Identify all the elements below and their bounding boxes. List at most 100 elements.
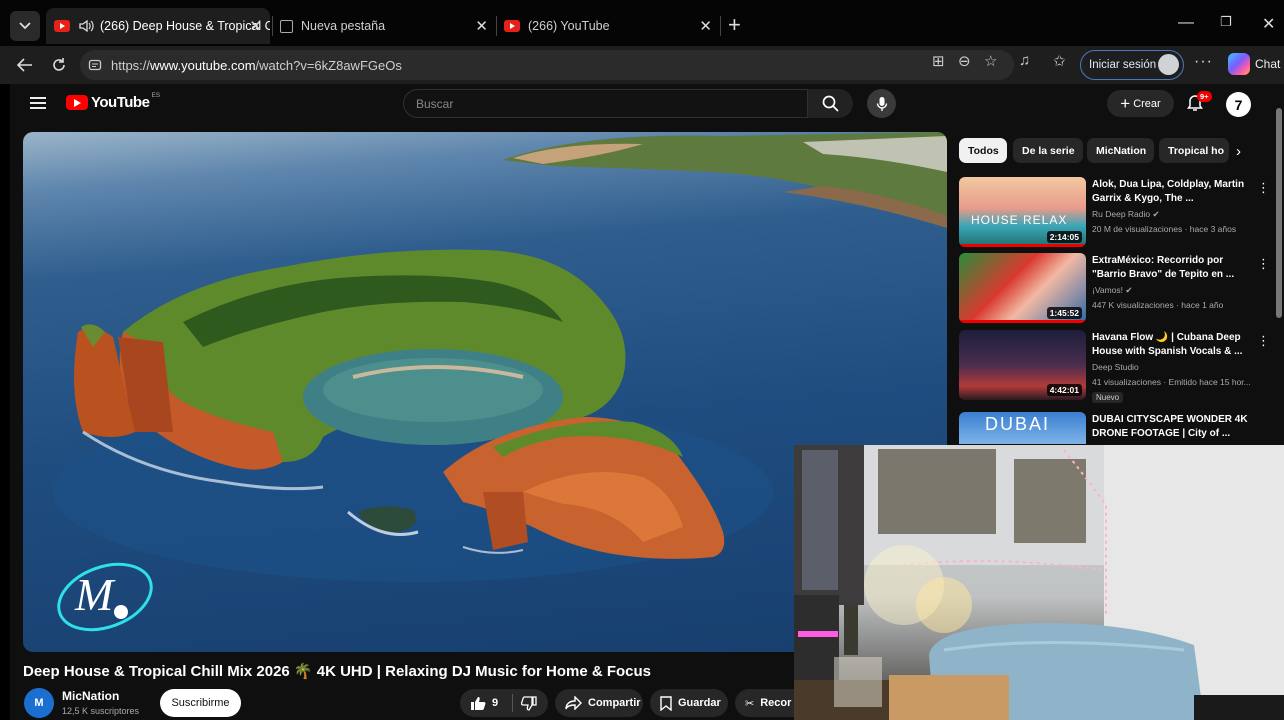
sign-in-label: Iniciar sesión <box>1089 59 1157 71</box>
more-actions-icon[interactable]: ⋮ <box>1257 333 1270 349</box>
search-button[interactable] <box>808 89 853 118</box>
share-label: Compartir <box>588 697 641 709</box>
profile-avatar-icon <box>1158 54 1179 75</box>
speaker-icon[interactable] <box>78 19 94 33</box>
browser-tab-strip: (266) Deep House & Tropical C ✕ Nueva pe… <box>0 0 1284 46</box>
share-button[interactable]: Compartir <box>555 689 643 717</box>
tab-title: (266) Deep House & Tropical C <box>100 19 270 33</box>
watch-progress-bar <box>959 244 1086 247</box>
notifications-button[interactable]: 9+ <box>1186 91 1212 117</box>
apps-icon[interactable]: ⊞ <box>932 52 945 70</box>
subscriber-count: 12,5 K suscriptores <box>62 706 140 716</box>
tab-youtube-home[interactable]: (266) YouTube ✕ <box>498 8 720 44</box>
tab-new-tab[interactable]: Nueva pestaña ✕ <box>274 8 496 44</box>
recommendation-title: ExtraMéxico: Recorrido por "Barrio Bravo… <box>1092 255 1235 280</box>
chevron-down-icon <box>19 22 31 30</box>
close-tab-icon[interactable]: ✕ <box>249 17 262 35</box>
more-options-icon[interactable]: ··· <box>1194 53 1213 71</box>
tab-divider <box>272 16 273 36</box>
url-path: /watch?v=6kZ8awFGeOs <box>255 57 402 73</box>
recommendation-meta: 447 K visualizaciones · hace 1 año <box>1092 300 1224 310</box>
like-dislike-group: 9 <box>460 689 548 717</box>
recommendation-channel: Deep Studio <box>1092 362 1139 372</box>
video-thumbnail[interactable]: 1:45:52 <box>959 253 1086 323</box>
recommendation-title: Havana Flow 🌙 | Cubana Deep House with S… <box>1092 332 1243 357</box>
like-button[interactable] <box>470 696 486 711</box>
account-avatar[interactable]: 7 <box>1226 92 1251 117</box>
save-button[interactable]: Guardar <box>650 689 728 717</box>
recommendation-meta: 20 M de visualizaciones · hace 3 años <box>1092 224 1237 234</box>
voice-search-button[interactable] <box>867 89 896 118</box>
recommendation-title: DUBAI CITYSCAPE WONDER 4K DRONE FOOTAGE … <box>1092 414 1248 439</box>
youtube-favicon-icon <box>54 20 70 32</box>
recommendation-item[interactable]: 4:42:01 Havana Flow 🌙 | Cubana Deep Hous… <box>959 330 1279 403</box>
close-tab-icon[interactable]: ✕ <box>699 17 712 35</box>
channel-avatar[interactable]: M <box>24 688 54 718</box>
scissors-icon: ✂ <box>745 697 755 710</box>
close-tab-icon[interactable]: ✕ <box>475 17 488 35</box>
reload-icon[interactable] <box>48 54 70 76</box>
address-bar[interactable]: https://www.youtube.com/watch?v=6kZ8awFG… <box>80 50 1014 80</box>
plus-icon: + <box>1120 94 1131 113</box>
tab-divider <box>496 16 497 36</box>
more-actions-icon[interactable]: ⋮ <box>1257 256 1270 272</box>
like-count: 9 <box>492 697 499 709</box>
recommendation-meta: 41 visualizaciones · Emitido hace 15 hor… <box>1092 377 1251 387</box>
copilot-icon[interactable] <box>1228 53 1250 75</box>
verified-check-icon: ✔ <box>1152 209 1160 219</box>
zoom-icon[interactable]: ⊖ <box>958 52 971 70</box>
save-label: Guardar <box>678 697 721 709</box>
sign-in-button[interactable]: Iniciar sesión <box>1080 50 1184 80</box>
chip-de-la-serie[interactable]: De la serie <box>1013 138 1083 163</box>
chevron-right-icon[interactable]: › <box>1236 143 1241 160</box>
chip-todos[interactable]: Todos <box>959 138 1007 163</box>
media-control-icon[interactable]: ♫ <box>1019 52 1030 69</box>
more-actions-icon[interactable]: ⋮ <box>1257 180 1270 196</box>
video-thumbnail[interactable]: DUBAI <box>959 412 1086 444</box>
minimize-icon[interactable]: — <box>1178 14 1194 32</box>
search-placeholder: Buscar <box>416 96 454 111</box>
watch-progress-bar <box>959 320 1086 323</box>
tab-youtube-mix[interactable]: (266) Deep House & Tropical C ✕ <box>46 8 270 44</box>
recommendation-item[interactable]: 1:45:52 ExtraMéxico: Recorrido por "Barr… <box>959 253 1279 323</box>
country-code: ES <box>151 92 161 99</box>
duration-badge: 4:42:01 <box>1046 384 1082 396</box>
thumbnail-text: HOUSE RELAX <box>971 213 1068 227</box>
chip-micnation[interactable]: MicNation <box>1087 138 1154 163</box>
maximize-icon[interactable]: ❐ <box>1220 14 1232 30</box>
page-icon <box>280 19 293 33</box>
thumbnail-text: DUBAI <box>985 414 1051 434</box>
channel-name[interactable]: MicNation <box>62 689 119 703</box>
recommendation-item[interactable]: DUBAI DUBAI CITYSCAPE WONDER 4K DRONE FO… <box>959 412 1279 444</box>
duration-badge: 1:45:52 <box>1046 307 1082 319</box>
search-input[interactable]: Buscar <box>403 89 808 118</box>
video-thumbnail[interactable]: HOUSE RELAX 2:14:05 <box>959 177 1086 247</box>
tab-title: (266) YouTube <box>528 19 610 33</box>
create-button[interactable]: + Crear <box>1107 90 1174 117</box>
site-info-icon[interactable] <box>88 58 102 72</box>
webcam-room-scene <box>794 445 1284 720</box>
favorites-icon[interactable]: ✩ <box>1053 52 1066 70</box>
favorite-star-icon[interactable]: ☆ <box>984 52 997 70</box>
new-tab-plus-icon[interactable]: + <box>728 14 741 36</box>
search-icon <box>822 95 839 112</box>
menu-icon[interactable] <box>30 97 46 109</box>
dislike-button[interactable] <box>521 695 537 711</box>
close-window-icon[interactable]: ✕ <box>1262 14 1275 34</box>
new-badge: Nuevo <box>1092 392 1124 403</box>
tab-divider <box>720 16 721 36</box>
youtube-logo[interactable]: YouTube ES <box>66 92 161 111</box>
browser-toolbar: https://www.youtube.com/watch?v=6kZ8awFG… <box>0 46 1284 84</box>
video-title: Deep House & Tropical Chill Mix 2026 🌴 4… <box>23 663 652 680</box>
subscribe-button[interactable]: Suscribirme <box>160 689 241 717</box>
recommendation-item[interactable]: HOUSE RELAX 2:14:05 Alok, Dua Lipa, Cold… <box>959 177 1279 247</box>
back-arrow-icon[interactable] <box>14 54 36 76</box>
svg-text:M: M <box>74 569 116 620</box>
share-arrow-icon <box>565 696 582 710</box>
clip-label: Recor <box>760 697 792 709</box>
chip-tropical-house[interactable]: Tropical ho <box>1159 138 1229 163</box>
tab-actions-button[interactable] <box>10 11 40 41</box>
video-thumbnail[interactable]: 4:42:01 <box>959 330 1086 400</box>
notification-count-badge: 9+ <box>1197 91 1212 102</box>
chat-button-label[interactable]: Chat <box>1255 57 1280 71</box>
